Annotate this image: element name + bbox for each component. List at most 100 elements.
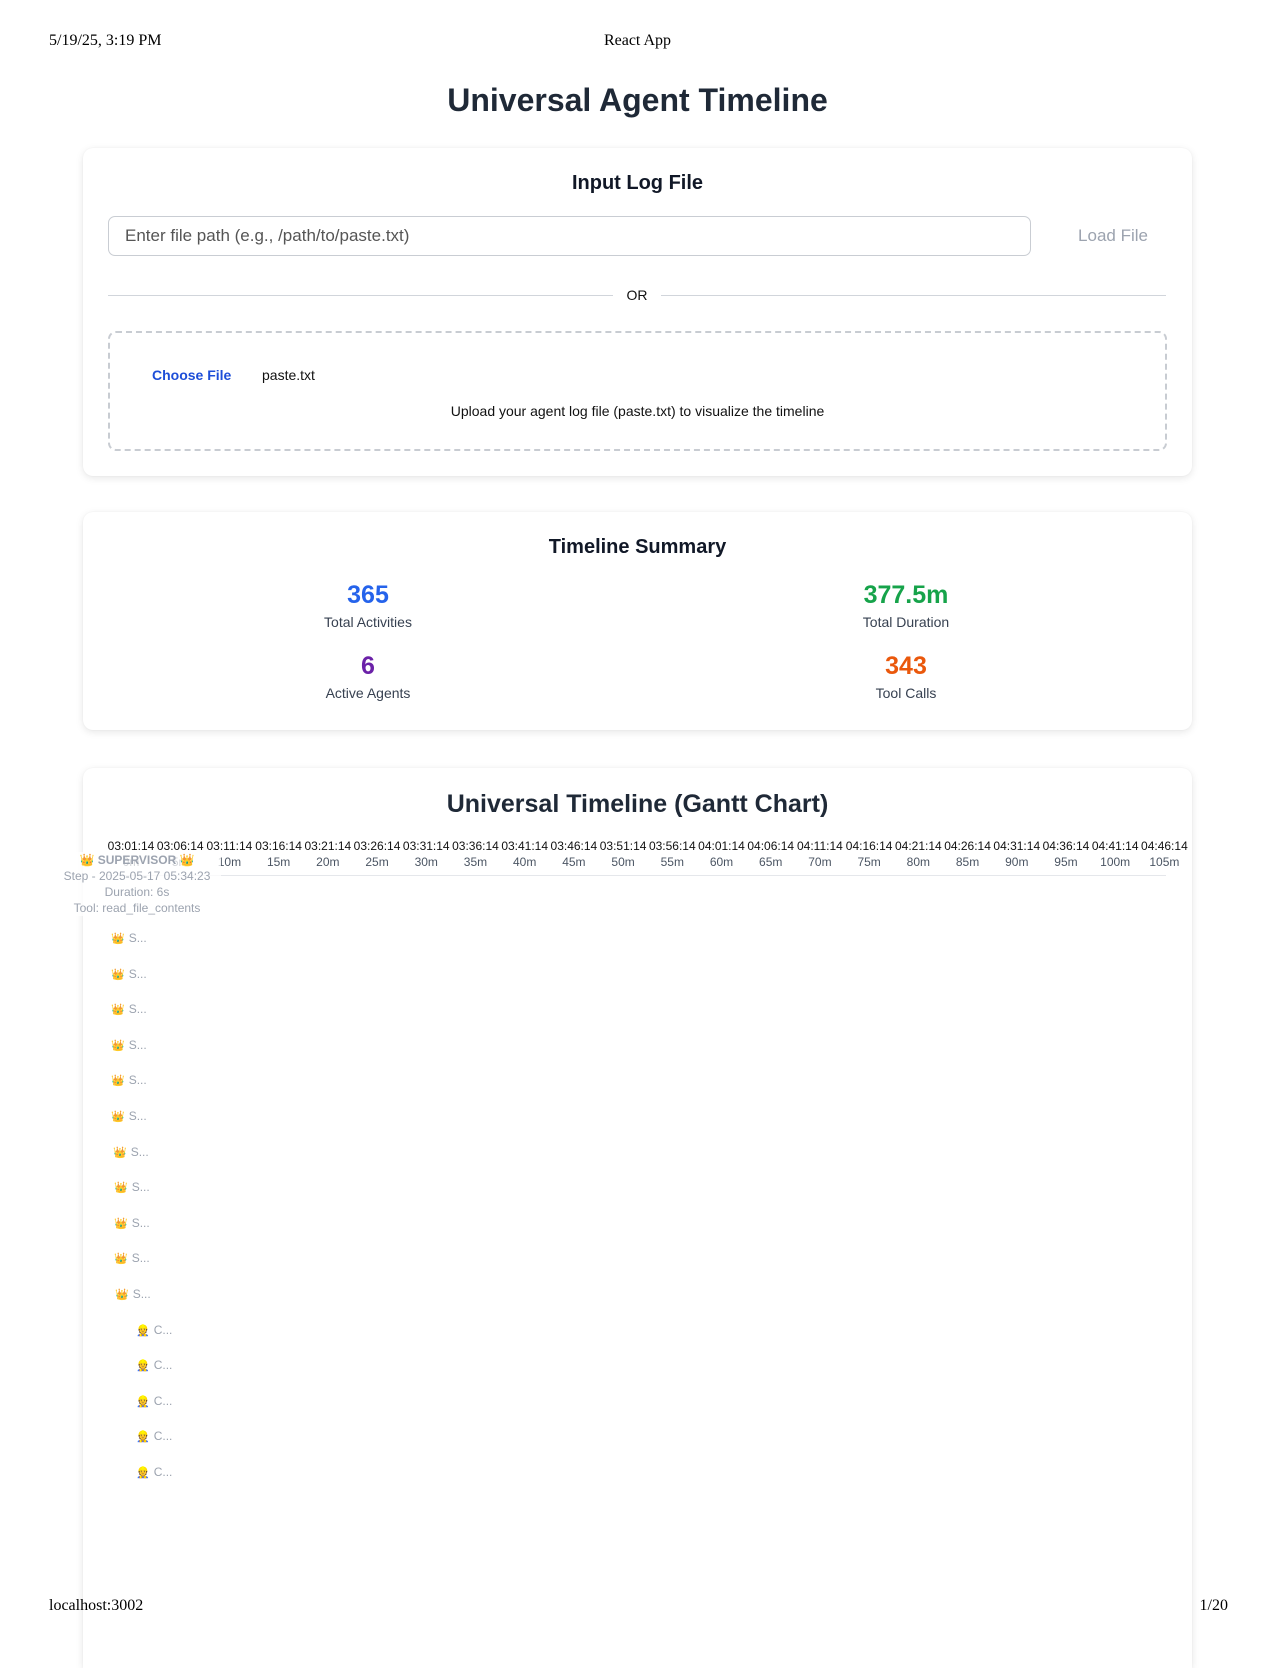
axis-tick: 04:01:14 60m [696, 839, 748, 869]
agent-row-label[interactable]: 👷 C... [136, 1394, 172, 1408]
time-axis: 03:01:140m03:06:145m03:11:1410m03:16:141… [107, 839, 1188, 876]
worker-icon: 👷 [136, 1431, 150, 1444]
axis-tick-time: 03:36:14 [452, 839, 499, 853]
or-divider: OR [108, 286, 1166, 306]
agent-row-label[interactable]: 👑 S... [111, 1002, 147, 1016]
axis-tick: 04:21:14 80m [892, 839, 944, 869]
axis-tick-minutes: 50m [611, 855, 635, 869]
tooltip-tool: Tool: read_file_contents [73, 901, 201, 915]
axis-tick: 03:16:14 15m [253, 839, 305, 869]
stat-total-activities: 365 Total Activities [218, 580, 518, 630]
axis-tick-time: 04:06:14 [747, 839, 795, 853]
agent-row-name: C... [153, 1358, 173, 1373]
axis-tick: 04:46:14 105m [1138, 839, 1190, 869]
axis-tick-minutes: 90m [1005, 855, 1029, 869]
agent-row-label[interactable]: 👑 S... [111, 1038, 147, 1052]
axis-tick-minutes: 20m [316, 855, 340, 869]
axis-tick: 04:16:14 75m [843, 839, 895, 869]
print-url: localhost:3002 [49, 1597, 144, 1614]
agent-row-label[interactable]: 👷 C... [136, 1358, 172, 1372]
print-page-number: 1/20 [1199, 1597, 1228, 1614]
choose-file-button[interactable]: Choose File [152, 367, 231, 383]
agent-row-name: C... [153, 1465, 173, 1479]
axis-tick: 04:06:14 65m [745, 839, 797, 869]
axis-tick-minutes: 15m [266, 855, 291, 869]
crown-icon: 👑 [113, 1146, 127, 1159]
agent-row-name: S... [130, 1144, 149, 1159]
stat-value: 365 [347, 581, 389, 609]
agent-row-name: S... [128, 1002, 147, 1017]
axis-tick-time: 03:56:14 [648, 839, 696, 853]
axis-tick-minutes: 25m [365, 855, 389, 869]
axis-tick-time: 04:01:14 [698, 839, 745, 853]
axis-tick-minutes: 55m [660, 855, 684, 869]
agent-row-name: S... [131, 1180, 150, 1195]
stat-value: 377.5m [863, 581, 949, 609]
upload-help-text: Upload your agent log file (paste.txt) t… [450, 403, 825, 419]
axis-tick: 03:21:14 20m [302, 839, 354, 869]
axis-tick: 03:56:14 55m [646, 839, 698, 869]
axis-tick: 04:31:14 90m [991, 839, 1043, 869]
axis-tick: 03:26:14 25m [351, 839, 403, 869]
axis-tick-time: 03:11:14 [206, 839, 253, 853]
agent-row-label[interactable]: 👷 C... [136, 1465, 172, 1479]
axis-tick-minutes: 105m [1149, 855, 1180, 869]
selected-file-name: paste.txt [262, 367, 315, 383]
axis-tick-minutes: 85m [955, 855, 980, 869]
axis-tick-minutes: 30m [414, 855, 438, 869]
axis-tick-minutes: 35m [463, 855, 488, 869]
axis-tick-minutes: 100m [1100, 855, 1131, 869]
axis-tick-time: 03:46:14 [550, 839, 598, 853]
agent-row-label[interactable]: 👷 C... [136, 1429, 172, 1443]
axis-tick-minutes: 80m [906, 855, 931, 869]
agent-row-name: C... [153, 1322, 173, 1337]
agent-row-name: S... [128, 1037, 147, 1052]
axis-tick-time: 04:11:14 [797, 839, 843, 853]
agent-row-label[interactable]: 👑 S... [114, 1251, 150, 1265]
stat-value: 6 [361, 652, 375, 680]
summary-card: Timeline Summary 365 Total Activities 37… [83, 512, 1192, 730]
axis-tick-time: 03:01:14 [107, 839, 155, 853]
agent-row-label[interactable]: 👑 S... [114, 1216, 150, 1230]
stat-total-duration: 377.5m Total Duration [756, 580, 1056, 630]
stat-active-agents: 6 Active Agents [218, 651, 518, 701]
summary-title: Timeline Summary [548, 536, 727, 558]
agent-row-label[interactable]: 👑 S... [111, 1073, 147, 1087]
axis-tick: 03:46:14 45m [548, 839, 600, 869]
axis-tick-minutes: 40m [513, 855, 537, 869]
agent-row-name: S... [132, 1287, 151, 1301]
axis-tick-time: 03:26:14 [353, 839, 401, 853]
agent-row-label[interactable]: 👑 S... [113, 1145, 149, 1159]
load-file-button[interactable]: Load File [1058, 216, 1168, 256]
gantt-card: Universal Timeline (Gantt Chart) 03:01:1… [53, 768, 1192, 1668]
agent-row-label[interactable]: 👷 C... [136, 1323, 172, 1337]
axis-tick-time: 03:16:14 [255, 839, 302, 853]
agent-row-label[interactable]: 👑 S... [111, 1109, 147, 1123]
file-drop-zone[interactable]: Choose File paste.txt Upload your agent … [108, 331, 1167, 451]
axis-tick-minutes: 65m [759, 855, 783, 869]
agent-row-label[interactable]: 👑 S... [111, 931, 147, 945]
crown-icon: 👑 [111, 1111, 125, 1123]
axis-tick-minutes: 75m [857, 855, 881, 869]
agent-row-label[interactable]: 👑 S... [111, 967, 147, 981]
axis-tick-minutes: 60m [709, 855, 734, 869]
axis-tick-time: 03:21:14 [304, 839, 352, 853]
stat-value: 343 [885, 652, 927, 680]
axis-tick: 04:41:14 100m [1089, 839, 1141, 869]
crown-icon: 👑 [114, 1217, 128, 1230]
axis-tick-time: 04:16:14 [845, 839, 893, 853]
divider-line-right [661, 295, 1166, 296]
axis-tick-time: 03:31:14 [402, 839, 450, 853]
axis-tick-minutes: 70m [808, 855, 832, 869]
axis-tick: 04:26:14 85m [942, 839, 994, 869]
input-card: Input Log File Load File OR Choose File … [83, 148, 1192, 476]
crown-icon: 👑 [114, 1182, 128, 1195]
agent-row-label[interactable]: 👑 S... [114, 1180, 150, 1194]
axis-tick: 03:41:14 40m [499, 839, 551, 869]
file-path-input[interactable] [108, 216, 1031, 256]
agent-row-label[interactable]: 👑 S... [115, 1287, 151, 1301]
crown-icon: 👑 [111, 1039, 125, 1052]
gantt-title: Universal Timeline (Gantt Chart) [446, 790, 829, 818]
axis-tick-time: 03:06:14 [156, 839, 204, 853]
print-doc-title: React App [603, 32, 672, 49]
